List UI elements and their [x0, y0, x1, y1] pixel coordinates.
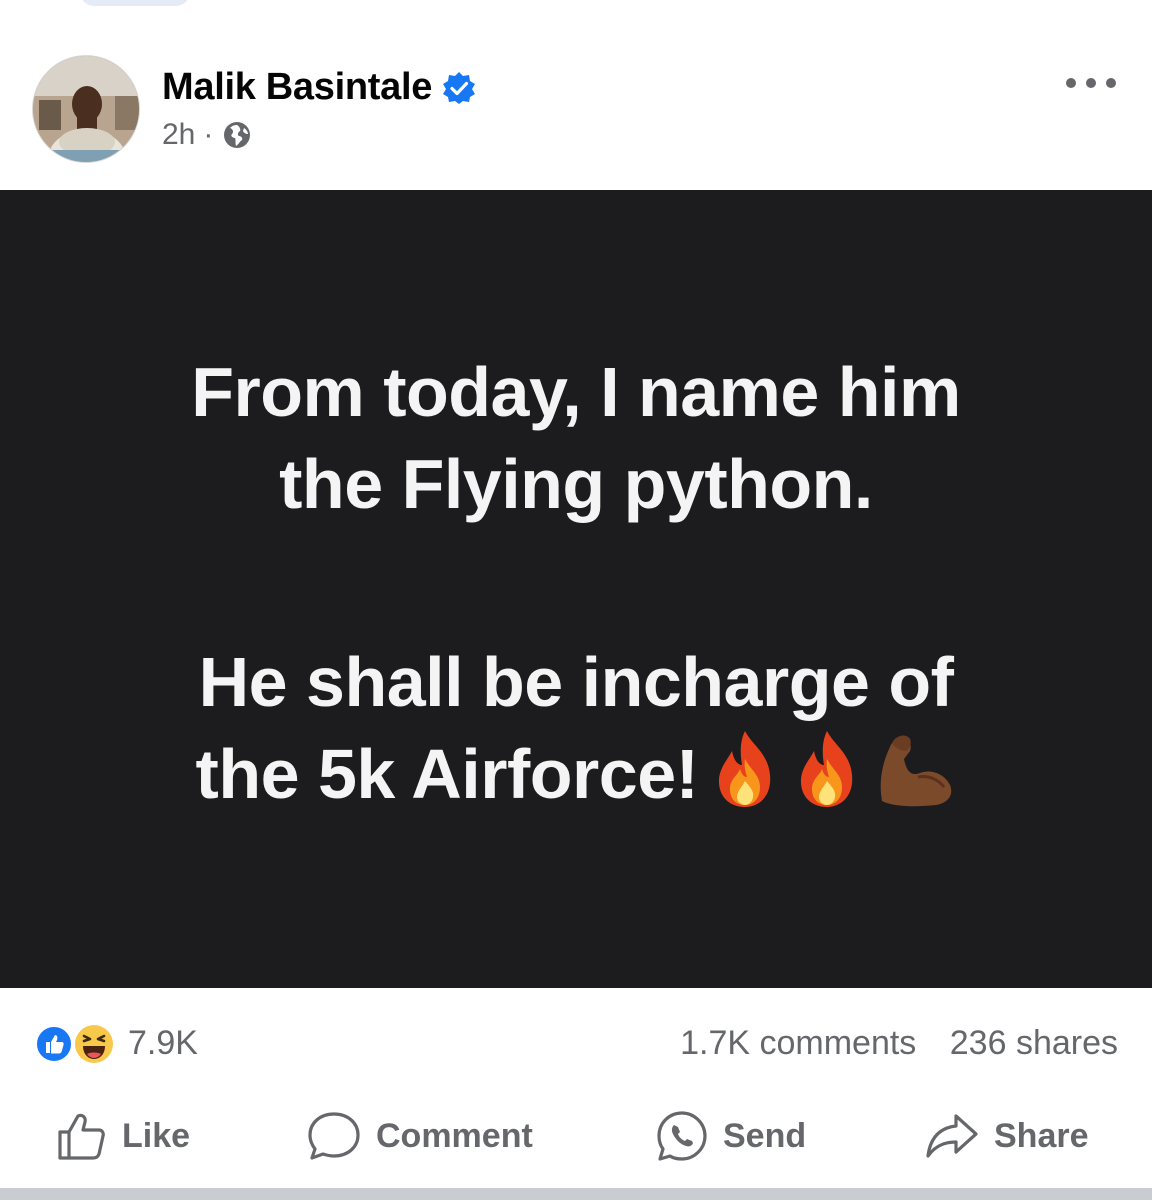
globe-icon — [221, 119, 253, 151]
haha-reaction-icon — [72, 1022, 116, 1066]
flexed-biceps-emoji — [874, 729, 956, 831]
post-screen: Malik Basintale 2h · From today, I name … — [0, 0, 1152, 1200]
more-options-icon[interactable] — [1066, 66, 1116, 100]
comment-icon — [308, 1112, 360, 1160]
post-actions: Like Comment Send Share — [0, 1100, 1152, 1174]
feed-divider — [0, 1188, 1152, 1200]
meta-separator: · — [203, 118, 214, 151]
like-reaction-icon — [34, 1024, 74, 1064]
share-label: Share — [994, 1116, 1089, 1155]
dot — [1066, 78, 1076, 88]
author-row: Malik Basintale — [162, 66, 476, 109]
send-button[interactable]: Send — [655, 1106, 806, 1166]
verified-badge-icon — [442, 71, 476, 105]
dot — [1106, 78, 1116, 88]
like-button[interactable]: Like — [56, 1106, 190, 1166]
shares-count[interactable]: 236 shares — [950, 1024, 1118, 1062]
post-content[interactable]: From today, I name him the Flying python… — [0, 190, 1152, 988]
engagement-stats: 7.9K 1.7K comments 236 shares — [0, 1010, 1152, 1074]
post-text-line: He shall be incharge of — [198, 643, 954, 721]
comments-count[interactable]: 1.7K comments — [680, 1024, 916, 1062]
avatar[interactable] — [32, 55, 140, 163]
send-label: Send — [723, 1116, 807, 1155]
whatsapp-icon — [657, 1111, 707, 1161]
dot — [1086, 78, 1096, 88]
like-icon — [58, 1113, 105, 1160]
post-text-line: the 5k Airforce! — [195, 735, 699, 813]
comments-shares: 1.7K comments 236 shares — [680, 1024, 1118, 1063]
comment-label: Comment — [376, 1116, 533, 1155]
reaction-icons[interactable] — [34, 1022, 124, 1066]
post-meta: 2h · — [162, 118, 253, 152]
share-button[interactable]: Share — [924, 1106, 1089, 1166]
post-text: From today, I name him the Flying python… — [0, 346, 1152, 831]
author-name[interactable]: Malik Basintale — [162, 66, 432, 109]
like-label: Like — [122, 1116, 191, 1155]
post-text-line: the Flying python. — [279, 445, 873, 523]
fire-emoji — [710, 729, 780, 831]
comment-button[interactable]: Comment — [306, 1106, 533, 1166]
share-icon — [926, 1114, 978, 1158]
post-header: Malik Basintale 2h · — [0, 0, 1152, 190]
post-text-line: From today, I name him — [191, 353, 961, 431]
post-time[interactable]: 2h — [162, 118, 195, 152]
fire-emoji — [792, 729, 862, 831]
post-text-last-line: the 5k Airforce! — [0, 728, 1152, 831]
reaction-count[interactable]: 7.9K — [128, 1024, 198, 1063]
